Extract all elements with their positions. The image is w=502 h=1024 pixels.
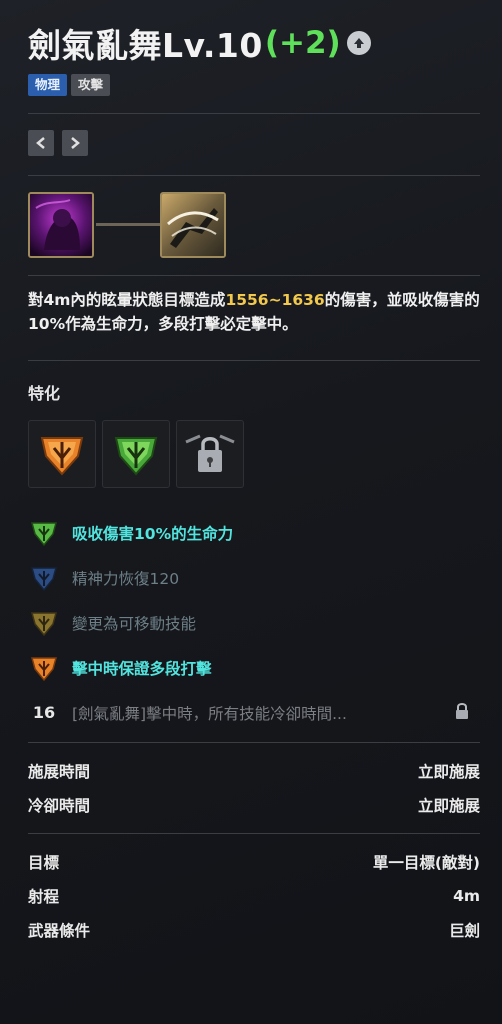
divider	[28, 360, 480, 361]
stat-value: 立即施展	[417, 797, 480, 815]
chevron-right-icon	[71, 137, 80, 149]
divider	[28, 742, 480, 743]
spec-item-locked[interactable]: 16 [劍氣亂舞]擊中時，所有技能冷卻時間...	[28, 690, 480, 735]
stat-value: 立即施展	[417, 763, 480, 781]
orange-gem-icon	[40, 437, 84, 476]
stat-label: 武器條件	[28, 922, 91, 940]
spec-slot-locked[interactable]	[176, 420, 244, 488]
skill-chain	[28, 192, 480, 260]
padlock-chain-icon	[185, 434, 235, 472]
current-skill-icon[interactable]	[160, 192, 226, 258]
title-row: 劍氣亂舞Lv.10 (+2)	[28, 18, 371, 68]
divider	[28, 833, 480, 834]
skill-description: 對4m內的眩暈狀態目標造成1556~1636的傷害，並吸收傷害的10%作為生命力…	[28, 288, 480, 336]
prev-button[interactable]	[28, 130, 54, 156]
next-button[interactable]	[62, 130, 88, 156]
stat-label: 射程	[28, 888, 60, 906]
stat-value: 單一目標(敵對)	[372, 854, 480, 872]
stat-value: 巨劍	[448, 922, 480, 940]
stat-row: 武器條件 巨劍	[28, 913, 480, 947]
damage-range: 1556~1636	[225, 291, 325, 309]
skill-title: 劍氣亂舞Lv.10	[28, 26, 263, 65]
tag-attack: 攻擊	[71, 74, 111, 96]
skill-link-line	[96, 223, 160, 226]
divider	[28, 113, 480, 114]
blue-gem-icon	[28, 562, 60, 594]
spec-item-text: 精神力恢復120	[72, 569, 180, 588]
skill-level-bonus: (+2)	[264, 25, 341, 61]
spec-item-text: 擊中時保證多段打擊	[72, 659, 212, 678]
cast-stats: 施展時間 立即施展 冷卻時間 立即施展	[28, 754, 480, 822]
stat-row: 施展時間 立即施展	[28, 754, 480, 788]
divider	[28, 275, 480, 276]
level-up-button[interactable]	[346, 31, 371, 55]
spec-item-text: 吸收傷害10%的生命力	[72, 524, 234, 543]
spec-slot-green[interactable]	[102, 420, 170, 488]
spec-item-text: [劍氣亂舞]擊中時，所有技能冷卻時間...	[72, 704, 347, 723]
green-gem-icon	[28, 517, 60, 549]
orange-gem-icon	[28, 652, 60, 684]
yellow-gem-icon	[28, 607, 60, 639]
skill-nav	[28, 130, 88, 156]
arrow-up-icon	[353, 38, 364, 48]
specialization-list: 吸收傷害10%的生命力 精神力恢復120 變更為可移動技能 擊中時保證多段打擊 …	[28, 510, 480, 735]
spec-item-text: 變更為可移動技能	[72, 614, 197, 633]
stat-row: 射程 4m	[28, 879, 480, 913]
skill-tags: 物理 攻擊	[28, 74, 111, 96]
stat-label: 冷卻時間	[28, 797, 91, 815]
divider	[28, 175, 480, 176]
stat-label: 施展時間	[28, 763, 91, 781]
spec-slot-orange[interactable]	[28, 420, 96, 488]
spec-item[interactable]: 擊中時保證多段打擊	[28, 645, 480, 690]
spec-item[interactable]: 精神力恢復120	[28, 555, 480, 600]
specialization-slots	[28, 420, 244, 488]
target-stats: 目標 單一目標(敵對) 射程 4m 武器條件 巨劍	[28, 845, 480, 947]
lock-icon	[454, 702, 470, 724]
required-level: 16	[32, 703, 56, 722]
green-gem-icon	[114, 437, 158, 476]
specialization-label: 特化	[28, 384, 61, 403]
spec-item[interactable]: 變更為可移動技能	[28, 600, 480, 645]
stat-label: 目標	[28, 854, 60, 872]
stat-row: 冷卻時間 立即施展	[28, 788, 480, 822]
stat-row: 目標 單一目標(敵對)	[28, 845, 480, 879]
tag-physical: 物理	[28, 74, 68, 96]
chevron-left-icon	[36, 137, 45, 149]
description-part1: 對4m內的眩暈狀態目標造成	[28, 291, 226, 309]
previous-skill-icon[interactable]	[28, 192, 94, 258]
spec-item[interactable]: 吸收傷害10%的生命力	[28, 510, 480, 555]
stat-value: 4m	[453, 887, 480, 905]
